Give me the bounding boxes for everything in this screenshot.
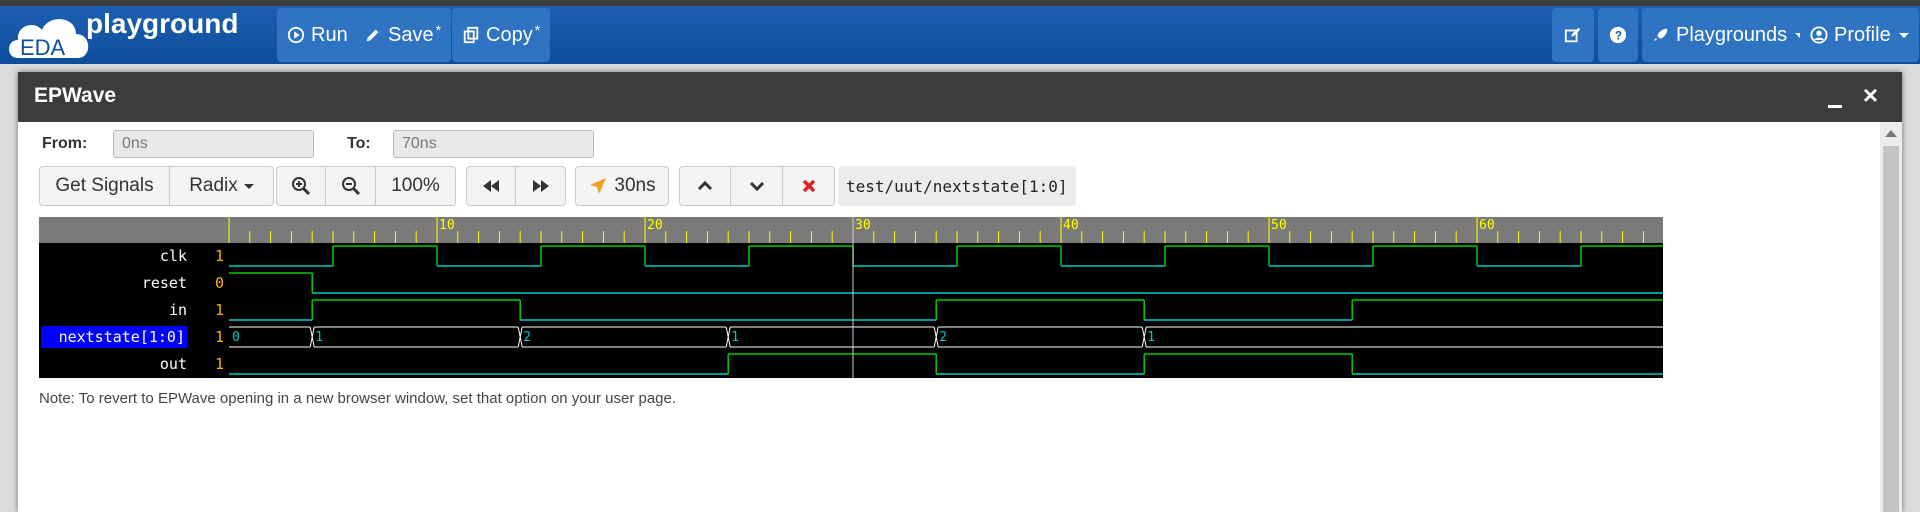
- run-label: Run: [311, 23, 348, 46]
- bus-value-label: 1: [1147, 330, 1155, 345]
- from-time-input[interactable]: [113, 130, 314, 158]
- bus-value-label: 2: [523, 330, 531, 345]
- waveform-viewer[interactable]: 10 20 30 40 50 60 clk 1 reset 0 in 1 nextstat…: [39, 217, 1686, 378]
- selected-signal-path: test/uut/nextstate[1:0]: [838, 166, 1076, 206]
- profile-label: Profile: [1834, 23, 1891, 46]
- chevron-up-icon: [697, 180, 713, 191]
- vertical-scrollbar[interactable]: [1880, 122, 1902, 512]
- backward-icon: [483, 180, 499, 192]
- help-button[interactable]: ?: [1598, 8, 1638, 62]
- eda-cloud-logo[interactable]: EDA: [4, 8, 94, 66]
- minimize-button[interactable]: [1828, 88, 1844, 108]
- radix-label: Radix: [189, 175, 238, 196]
- bus-transition: [517, 326, 523, 348]
- zoom-in-icon: [292, 177, 311, 196]
- get-signals-label: Get Signals: [55, 175, 154, 196]
- epwave-note: Note: To revert to EPWave opening in a n…: [39, 390, 677, 407]
- edit-button[interactable]: [1552, 8, 1594, 62]
- radix-dropdown[interactable]: Radix: [170, 166, 274, 206]
- copy-button[interactable]: Copy *: [452, 8, 551, 62]
- bus-value-label: 2: [939, 330, 947, 345]
- zoom-level: 100%: [391, 175, 440, 196]
- remove-x-icon: [802, 179, 815, 193]
- move-down-button[interactable]: [731, 166, 783, 206]
- bus-transition: [933, 326, 939, 348]
- zoom-in-button[interactable]: [276, 166, 326, 206]
- zoom-level-button[interactable]: 100%: [376, 166, 456, 206]
- bus-transition: [725, 326, 731, 348]
- bus-value-label: 1: [315, 330, 323, 345]
- scroll-up-arrow-icon[interactable]: [1885, 130, 1897, 137]
- user-circle-icon: [1810, 26, 1828, 44]
- modal-title: EPWave: [34, 84, 117, 107]
- copy-label: Copy: [486, 23, 533, 46]
- save-button[interactable]: Save *: [354, 8, 452, 62]
- cursor-button-group: 30ns: [575, 166, 669, 206]
- rocket-icon: [1654, 28, 1668, 42]
- bus-value-label: 1: [731, 330, 739, 345]
- close-button[interactable]: ×: [1863, 82, 1878, 108]
- save-label: Save: [388, 23, 434, 46]
- caret-down-icon: [243, 183, 254, 189]
- pencil-icon: [366, 29, 379, 42]
- navbar: EDA playground Run Save * Copy * ? Playgro…: [0, 6, 1920, 64]
- profile-menu[interactable]: Profile: [1800, 8, 1919, 62]
- zoom-button-group: 100%: [276, 166, 456, 206]
- question-circle-icon: ?: [1609, 26, 1627, 44]
- signal-order-button-group: [679, 166, 835, 206]
- modified-marker: *: [435, 22, 442, 38]
- scrollbar-thumb[interactable]: [1883, 146, 1899, 512]
- run-button[interactable]: Run: [277, 8, 358, 62]
- zoom-out-button[interactable]: [326, 166, 376, 206]
- location-arrow-icon: [590, 178, 607, 194]
- waveform-traces[interactable]: 0 1 2 1 2 1: [39, 217, 1663, 378]
- epwave-modal: EPWave × From: To: Get Signals Radix 100…: [18, 72, 1902, 512]
- bus-transition: [309, 326, 315, 348]
- svg-text:?: ?: [1615, 30, 1622, 43]
- chevron-down-icon: [1898, 32, 1909, 38]
- cursor-time-button[interactable]: 30ns: [575, 166, 669, 206]
- navigate-button-group: [466, 166, 566, 206]
- signals-button-group: Get Signals Radix: [39, 166, 274, 206]
- cursor-time: 30ns: [614, 175, 656, 196]
- bus-transition: [1141, 326, 1147, 348]
- next-edge-button[interactable]: [516, 166, 566, 206]
- playgrounds-label: Playgrounds: [1676, 23, 1788, 46]
- bus-value-label: 0: [232, 330, 240, 345]
- remove-signal-button[interactable]: [783, 166, 835, 206]
- play-circle-icon: [287, 26, 305, 44]
- modal-header: EPWave ×: [18, 72, 1902, 122]
- move-up-button[interactable]: [679, 166, 731, 206]
- modified-marker: *: [534, 22, 541, 38]
- from-label: From:: [42, 135, 88, 152]
- copy-icon: [463, 26, 479, 44]
- zoom-out-icon: [341, 177, 360, 196]
- chevron-down-icon: [749, 181, 764, 192]
- forward-icon: [532, 180, 549, 192]
- previous-edge-button[interactable]: [466, 166, 516, 206]
- to-time-input[interactable]: [393, 130, 594, 158]
- brand-name[interactable]: playground: [86, 8, 238, 40]
- get-signals-button[interactable]: Get Signals: [39, 166, 170, 206]
- to-label: To:: [347, 135, 371, 152]
- edit-square-icon: [1564, 27, 1581, 43]
- logo-text: EDA: [20, 35, 66, 60]
- playgrounds-menu[interactable]: Playgrounds: [1642, 8, 1816, 62]
